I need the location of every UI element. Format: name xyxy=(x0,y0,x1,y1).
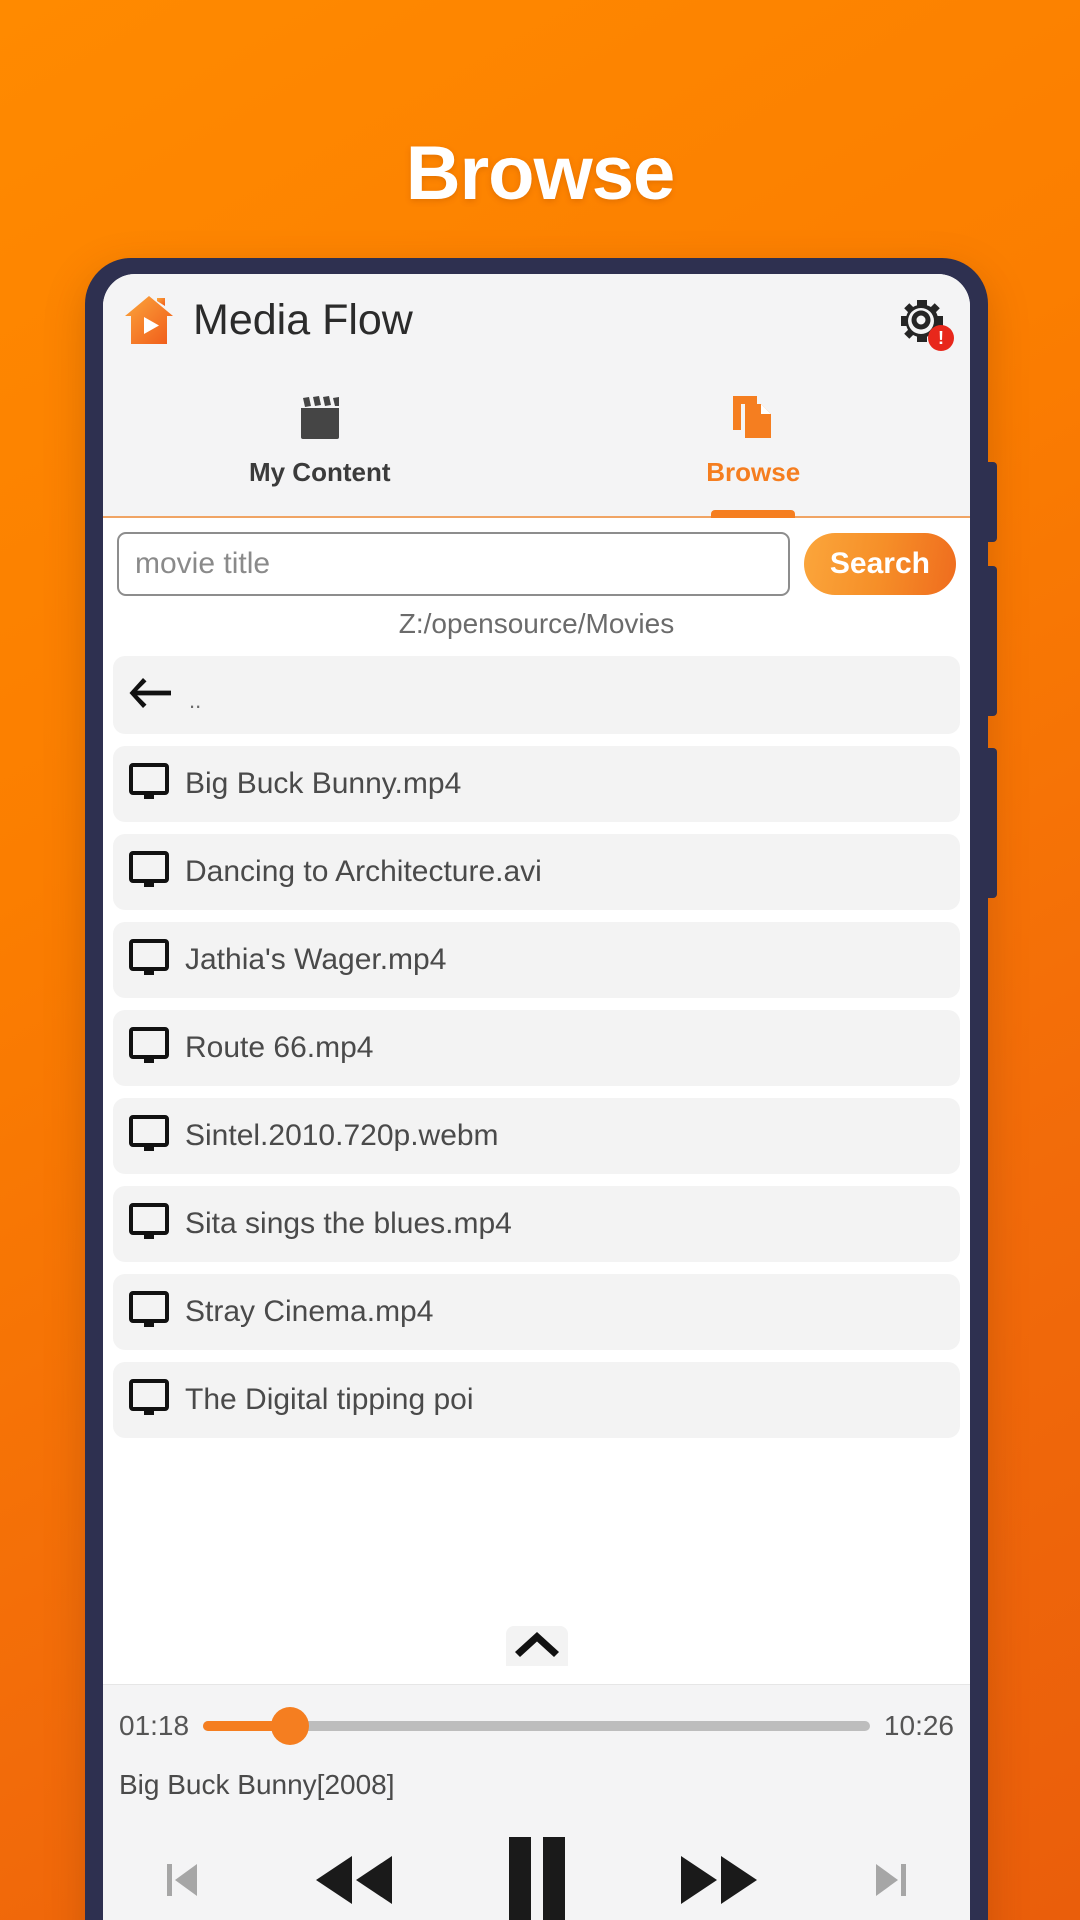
seek-row: 01:18 10:26 xyxy=(119,1699,954,1753)
phone-side-button-bottom xyxy=(987,748,997,898)
clapperboard-icon xyxy=(297,395,343,441)
rewind-button[interactable] xyxy=(312,1852,396,1911)
skip-previous-icon xyxy=(163,1857,203,1906)
file-list[interactable]: .. Big Buck Bunny.mp4 Dancing to Archite… xyxy=(103,656,970,1684)
file-row-parent-directory[interactable]: .. xyxy=(113,656,960,734)
file-row[interactable]: Sita sings the blues.mp4 xyxy=(113,1186,960,1262)
app-bar: Media Flow ! xyxy=(103,274,970,366)
current-path-label: Z:/opensource/Movies xyxy=(103,604,970,656)
file-row[interactable]: Sintel.2010.720p.webm xyxy=(113,1098,960,1174)
tab-browse[interactable]: Browse xyxy=(537,366,971,516)
settings-button[interactable]: ! xyxy=(894,293,954,351)
monitor-icon xyxy=(129,1026,169,1070)
screenshot-root: Browse Media Flow ! My Content Browse mo… xyxy=(0,0,1080,1920)
phone-side-button-middle xyxy=(987,566,997,716)
fast-forward-icon xyxy=(677,1852,761,1911)
monitor-icon xyxy=(129,1202,169,1246)
file-name: Sintel.2010.720p.webm xyxy=(185,1119,499,1152)
seek-thumb[interactable] xyxy=(270,1707,309,1745)
file-name: Route 66.mp4 xyxy=(185,1031,374,1064)
file-copy-icon xyxy=(731,395,775,441)
file-name: Big Buck Bunny.mp4 xyxy=(185,767,462,800)
skip-previous-button[interactable] xyxy=(163,1857,203,1906)
tab-bar: My Content Browse xyxy=(103,366,970,518)
file-row[interactable]: Jathia's Wager.mp4 xyxy=(113,922,960,998)
settings-alert-badge: ! xyxy=(928,325,954,351)
phone-mockup-frame: Media Flow ! My Content Browse movie tit… xyxy=(85,258,997,1920)
monitor-icon xyxy=(129,938,169,982)
skip-next-icon xyxy=(870,1857,910,1906)
file-name: Sita sings the blues.mp4 xyxy=(185,1207,512,1240)
transport-controls xyxy=(119,1801,954,1920)
chevron-up-icon xyxy=(513,1630,561,1663)
back-arrow-icon xyxy=(129,676,173,715)
collapse-player-button[interactable] xyxy=(505,1626,568,1666)
app-title: Media Flow xyxy=(193,295,413,344)
elapsed-time: 01:18 xyxy=(119,1710,190,1741)
file-row[interactable]: Big Buck Bunny.mp4 xyxy=(113,746,960,822)
monitor-icon xyxy=(129,850,169,894)
phone-side-button-top xyxy=(987,462,997,542)
phone-screen: Media Flow ! My Content Browse movie tit… xyxy=(103,274,970,1920)
search-button[interactable]: Search xyxy=(803,533,956,595)
file-name: Stray Cinema.mp4 xyxy=(185,1295,434,1328)
monitor-icon xyxy=(129,1114,169,1158)
file-row[interactable]: Dancing to Architecture.avi xyxy=(113,834,960,910)
file-name: Dancing to Architecture.avi xyxy=(185,855,542,888)
tab-my-content[interactable]: My Content xyxy=(103,366,537,516)
file-name: The Digital tipping poi xyxy=(185,1383,474,1416)
monitor-icon xyxy=(129,762,169,806)
file-row[interactable]: Route 66.mp4 xyxy=(113,1010,960,1086)
home-play-logo-icon xyxy=(121,292,177,348)
rewind-icon xyxy=(312,1852,396,1911)
file-row[interactable]: The Digital tipping poi xyxy=(113,1362,960,1438)
tab-browse-label: Browse xyxy=(706,456,801,487)
pause-icon xyxy=(505,1835,569,1920)
duration-time: 10:26 xyxy=(883,1710,954,1741)
fast-forward-button[interactable] xyxy=(677,1852,761,1911)
now-playing-title: Big Buck Bunny[2008] xyxy=(119,1769,395,1800)
tab-my-content-label: My Content xyxy=(248,456,391,487)
file-name: .. xyxy=(189,688,202,713)
file-row[interactable]: Stray Cinema.mp4 xyxy=(113,1274,960,1350)
seek-slider[interactable] xyxy=(203,1707,870,1745)
file-name: Jathia's Wager.mp4 xyxy=(185,943,447,976)
skip-next-button[interactable] xyxy=(870,1857,910,1906)
page-title: Browse xyxy=(405,131,676,216)
search-row: Search xyxy=(103,518,970,604)
monitor-icon xyxy=(129,1378,169,1422)
pause-button[interactable] xyxy=(505,1835,569,1920)
monitor-icon xyxy=(129,1290,169,1334)
player-panel: 01:18 10:26 Big Buck Bunny[2008] xyxy=(103,1684,970,1920)
search-input[interactable] xyxy=(117,532,790,596)
